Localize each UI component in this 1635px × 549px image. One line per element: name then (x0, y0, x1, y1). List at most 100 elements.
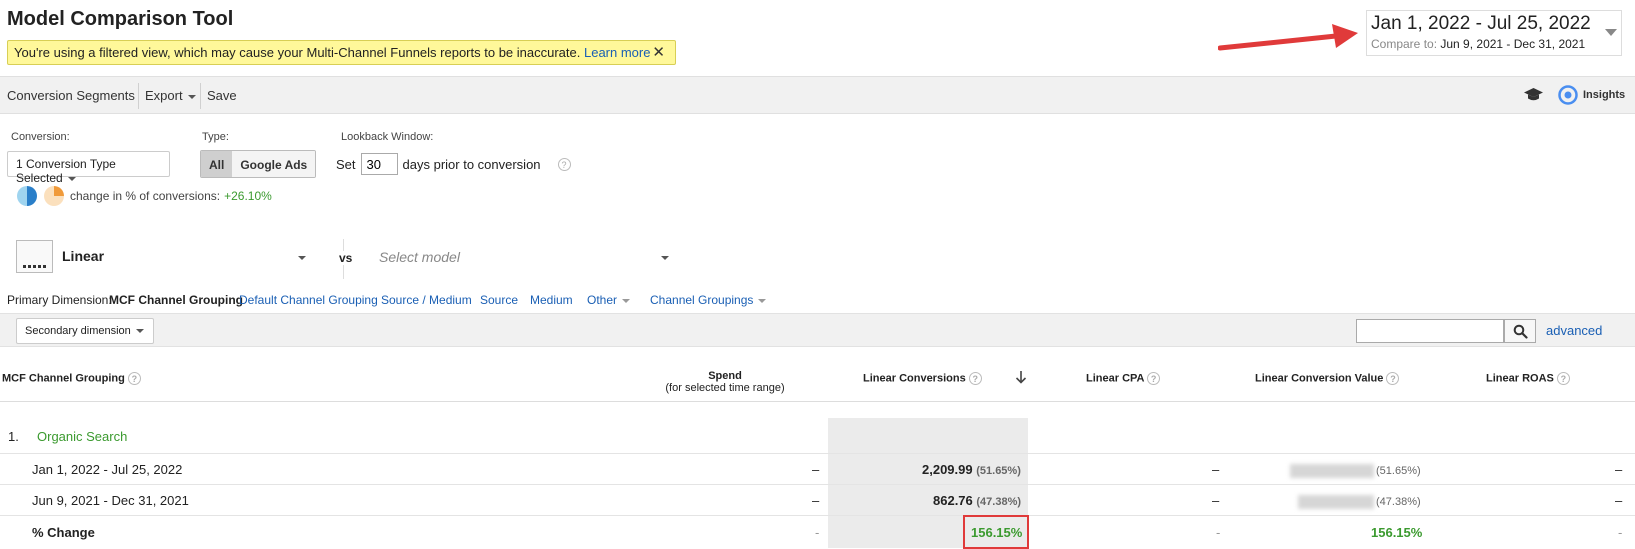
export-button[interactable]: Export (145, 88, 196, 103)
report-toolbar: Conversion Segments Export Save Insights (0, 76, 1635, 114)
model-1-name: Linear (62, 248, 105, 264)
table-row: Jan 1, 2022 - Jul 25, 2022 – 2,209.99 (5… (0, 454, 1635, 485)
redacted-value (1290, 463, 1374, 478)
col-linear-cpa-label: Linear CPA (1086, 372, 1145, 385)
row-date-label: Jan 1, 2022 - Jul 25, 2022 (32, 462, 183, 477)
value-change: 156.15% (1371, 525, 1423, 540)
conversion-label: Conversion: (11, 131, 70, 143)
model-2-placeholder[interactable]: Select model (379, 249, 460, 265)
help-icon[interactable]: ? (968, 372, 982, 385)
conversion-type-dropdown[interactable]: 1 Conversion Type Selected (7, 151, 170, 185)
linear-model-icon (16, 240, 53, 273)
date-range-main: Jan 1, 2022 - Jul 25, 2022 (1371, 13, 1591, 34)
spend-change: - (815, 525, 820, 540)
export-label: Export (145, 88, 183, 103)
type-google-ads-button[interactable]: Google Ads (232, 151, 316, 177)
conversions-pct: (47.38%) (976, 496, 1022, 508)
spend-value: – (812, 462, 820, 477)
caret-down-icon (67, 176, 76, 181)
insights-button[interactable]: Insights (1583, 89, 1625, 101)
date-range-picker[interactable]: Jan 1, 2022 - Jul 25, 2022 Compare to: J… (1366, 10, 1622, 56)
conversions-number: 862.76 (933, 493, 973, 508)
table-search-button[interactable] (1504, 319, 1536, 343)
conversion-change-summary: change in % of conversions: +26.10% (17, 186, 272, 206)
caret-down-icon (622, 298, 631, 303)
col-spend[interactable]: Spend (for selected time range) (665, 370, 785, 394)
redacted-value (1298, 494, 1374, 509)
sort-descending-icon[interactable] (1015, 370, 1027, 384)
pie-chart-icon (44, 186, 64, 206)
date-range-compare: Compare to: Jun 9, 2021 - Dec 31, 2021 (1371, 37, 1621, 51)
conversions-value: 2,209.99 (51.65%) (922, 462, 1021, 477)
dimension-other[interactable]: Other (587, 293, 631, 307)
compare-label: Compare to: (1371, 37, 1438, 51)
close-icon[interactable]: ✕ (652, 43, 665, 61)
pie-chart-icon (17, 186, 37, 206)
table-row: % Change - 156.15% - 156.15% - (0, 516, 1635, 548)
vs-label: vs (337, 251, 355, 265)
dimension-source-medium[interactable]: Source / Medium (381, 293, 472, 307)
help-icon[interactable]: ? (1386, 372, 1400, 385)
cpa-value: – (1212, 493, 1220, 508)
cpa-value: – (1212, 462, 1220, 477)
roas-change: - (1618, 525, 1623, 540)
roas-value: – (1615, 493, 1623, 508)
primary-dimension-bar: Primary Dimension: MCF Channel Grouping … (0, 290, 1635, 312)
col-linear-cpa[interactable]: Linear CPA ? (1086, 372, 1161, 385)
dimension-channel-groupings-label: Channel Groupings (650, 293, 754, 307)
channel-name-link[interactable]: Organic Search (37, 429, 127, 444)
conversions-number: 2,209.99 (922, 462, 973, 477)
dimension-source[interactable]: Source (480, 293, 518, 307)
search-icon (1513, 324, 1528, 339)
col-linear-conversions-label: Linear Conversions (863, 372, 966, 385)
advanced-filter-link[interactable]: advanced (1546, 323, 1602, 338)
model-1-dropdown-caret[interactable] (298, 256, 306, 260)
lookback-days-input[interactable] (360, 153, 398, 175)
secondary-dimension-label: Secondary dimension (25, 325, 131, 337)
help-icon[interactable]: ? (127, 372, 141, 385)
col-linear-conversions[interactable]: Linear Conversions ? (863, 372, 982, 385)
insights-icon[interactable] (1557, 84, 1579, 106)
annotation-highlight-box (963, 515, 1029, 549)
help-icon[interactable]: ? (1147, 372, 1161, 385)
conversion-value: (51.65%) (1290, 462, 1421, 478)
toolbar-divider (200, 83, 201, 109)
col-linear-roas[interactable]: Linear ROAS ? (1486, 372, 1570, 385)
conversion-segments-button[interactable]: Conversion Segments (7, 88, 135, 103)
dimension-channel-groupings[interactable]: Channel Groupings (650, 293, 767, 307)
filtered-view-notice: You're using a filtered view, which may … (7, 40, 676, 65)
dimension-mcf-channel-grouping[interactable]: MCF Channel Grouping (109, 293, 243, 307)
col-mcf-channel-grouping[interactable]: MCF Channel Grouping ? (2, 372, 141, 385)
col-linear-conversion-value[interactable]: Linear Conversion Value ? (1255, 372, 1400, 385)
table-search-input[interactable] (1356, 319, 1504, 343)
col-mcf-channel-grouping-label: MCF Channel Grouping (2, 372, 125, 385)
row-date-label: Jun 9, 2021 - Dec 31, 2021 (32, 493, 189, 508)
learn-more-link[interactable]: Learn more (584, 45, 650, 60)
type-label: Type: (202, 131, 229, 143)
dimension-medium[interactable]: Medium (530, 293, 573, 307)
primary-dimension-label: Primary Dimension: (7, 293, 112, 307)
value-pct: (51.65%) (1376, 465, 1421, 477)
lookback-suffix: days prior to conversion (402, 156, 541, 172)
compare-range: Jun 9, 2021 - Dec 31, 2021 (1440, 37, 1586, 51)
annotation-arrow (1218, 24, 1358, 51)
dimension-default-channel-grouping[interactable]: Default Channel Grouping (239, 293, 378, 307)
help-icon[interactable]: ? (557, 157, 571, 171)
save-button[interactable]: Save (207, 88, 237, 103)
cpa-change: - (1216, 525, 1221, 540)
caret-down-icon (187, 94, 196, 99)
table-row: Jun 9, 2021 - Dec 31, 2021 – 862.76 (47.… (0, 485, 1635, 516)
chevron-down-icon (1605, 29, 1617, 36)
conversion-value: (47.38%) (1298, 493, 1421, 509)
roas-value: – (1615, 462, 1623, 477)
type-all-button[interactable]: All (201, 151, 233, 177)
lookback-label: Lookback Window: (341, 131, 434, 143)
model-2-dropdown-caret[interactable] (661, 256, 669, 260)
secondary-dimension-dropdown[interactable]: Secondary dimension (16, 318, 154, 344)
caret-down-icon (135, 329, 144, 334)
help-icon[interactable]: ? (1556, 372, 1570, 385)
dimension-other-label: Other (587, 293, 618, 307)
graduation-cap-icon[interactable] (1523, 87, 1544, 103)
lookback-window: Set days prior to conversion ? (336, 153, 571, 175)
toolbar-divider (138, 83, 139, 109)
